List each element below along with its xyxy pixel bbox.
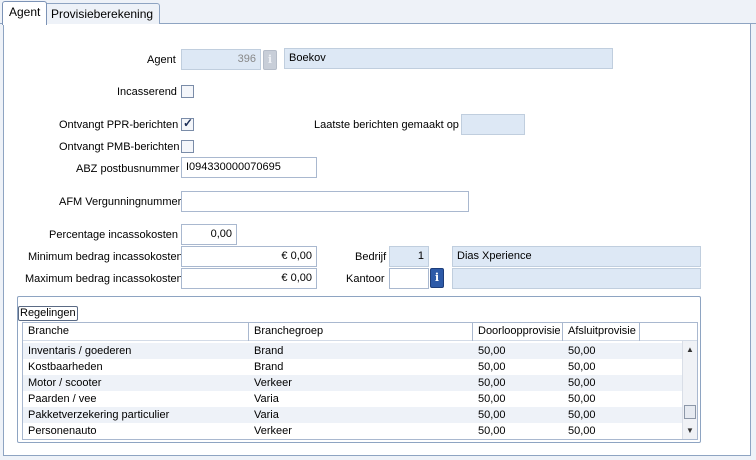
scroll-up-icon[interactable]: ▲	[686, 345, 694, 354]
afm-vergunningnummer-input[interactable]	[181, 191, 469, 212]
laatste-berichten-label: Laatste berichten gemaakt op	[314, 119, 459, 131]
cell-branche: Paarden / vee	[28, 393, 97, 405]
kantoor-info-icon[interactable]: i	[430, 268, 444, 288]
abz-postbusnummer-input[interactable]: I094330000070695	[181, 157, 317, 178]
kantoor-code-input[interactable]	[389, 268, 429, 289]
percentage-input[interactable]: 0,00	[181, 224, 237, 245]
scroll-thumb[interactable]	[684, 405, 696, 419]
scroll-down-icon[interactable]: ▼	[686, 426, 694, 435]
bedrijf-name-field: Dias Xperience	[452, 246, 701, 267]
cell-afsluitprovisie: 50,00	[568, 361, 596, 373]
cell-afsluitprovisie: 50,00	[568, 425, 596, 437]
cell-branchegroep: Brand	[254, 345, 284, 357]
agent-name-field: Boekov	[284, 48, 613, 69]
kantoor-name-field	[452, 268, 701, 289]
ppr-label: Ontvangt PPR-berichten	[59, 119, 179, 131]
cell-doorloopprovisie: 50,00	[478, 425, 506, 437]
table-row[interactable]: Motor / scooter Verkeer 50,00 50,00	[23, 375, 683, 391]
cell-doorloopprovisie: 50,00	[478, 393, 506, 405]
cell-branchegroep: Verkeer	[254, 425, 292, 437]
incasserend-checkbox[interactable]	[181, 85, 194, 98]
maximum-label: Maximum bedrag incassokosten	[25, 273, 183, 285]
bedrijf-label: Bedrijf	[355, 251, 387, 263]
column-header-branchegroep[interactable]: Branchegroep	[249, 323, 473, 341]
column-header-afsluitprovisie[interactable]: Afsluitprovisie	[563, 323, 640, 341]
minimum-label: Minimum bedrag incassokosten	[28, 251, 183, 263]
cell-branche: Kostbaarheden	[28, 361, 103, 373]
tab-agent[interactable]: Agent	[2, 1, 48, 25]
cell-doorloopprovisie: 50,00	[478, 345, 506, 357]
cell-branche: Personenauto	[28, 425, 97, 437]
cell-branchegroep: Brand	[254, 361, 284, 373]
regelingen-label: Regelingen	[18, 306, 78, 321]
cell-doorloopprovisie: 50,00	[478, 361, 506, 373]
cell-branchegroep: Varia	[254, 393, 279, 405]
pmb-checkbox[interactable]	[181, 140, 194, 153]
agent-info-icon: i	[263, 50, 277, 70]
column-header-branche[interactable]: Branche	[23, 323, 249, 341]
abz-label: ABZ postbusnummer	[76, 163, 180, 175]
incasserend-label: Incasserend	[117, 86, 177, 98]
cell-doorloopprovisie: 50,00	[478, 377, 506, 389]
cell-branche: Motor / scooter	[28, 377, 102, 389]
percentage-label: Percentage incassokosten	[49, 229, 179, 241]
minimum-input[interactable]: € 0,00	[181, 246, 317, 267]
table-row[interactable]: Personenauto Verkeer 50,00 50,00	[23, 423, 683, 439]
regelingen-grid[interactable]: Branche Branchegroep Doorloopprovisie Af…	[22, 322, 698, 440]
table-row[interactable]: Paarden / vee Varia 50,00 50,00	[23, 391, 683, 407]
cell-branchegroep: Verkeer	[254, 377, 292, 389]
grid-header: Branche Branchegroep Doorloopprovisie Af…	[23, 323, 697, 341]
cell-afsluitprovisie: 50,00	[568, 409, 596, 421]
table-row[interactable]: Pakketverzekering particulier Varia 50,0…	[23, 407, 683, 423]
cell-afsluitprovisie: 50,00	[568, 377, 596, 389]
laatste-berichten-field	[461, 114, 525, 135]
table-row[interactable]: Inventaris / goederen Brand 50,00 50,00	[23, 343, 683, 359]
column-header-doorloopprovisie[interactable]: Doorloopprovisie	[473, 323, 563, 341]
cell-afsluitprovisie: 50,00	[568, 345, 596, 357]
tab-provisieberekening[interactable]: Provisieberekening	[44, 3, 161, 24]
kantoor-label: Kantoor	[346, 273, 385, 285]
cell-branche: Pakketverzekering particulier	[28, 409, 170, 421]
cell-afsluitprovisie: 50,00	[568, 393, 596, 405]
maximum-input[interactable]: € 0,00	[181, 268, 317, 289]
vertical-scrollbar[interactable]: ▲ ▼	[682, 341, 697, 439]
cell-branchegroep: Varia	[254, 409, 279, 421]
agent-code-field: 396	[181, 49, 261, 70]
ppr-checkbox[interactable]	[181, 116, 194, 131]
agent-label: Agent	[147, 54, 176, 66]
afm-label: AFM Vergunningnummer	[59, 196, 182, 208]
cell-doorloopprovisie: 50,00	[478, 409, 506, 421]
cell-branche: Inventaris / goederen	[28, 345, 132, 357]
pmb-label: Ontvangt PMB-berichten	[59, 141, 180, 153]
table-row[interactable]: Kostbaarheden Brand 50,00 50,00	[23, 359, 683, 375]
bedrijf-code-field: 1	[389, 246, 429, 267]
